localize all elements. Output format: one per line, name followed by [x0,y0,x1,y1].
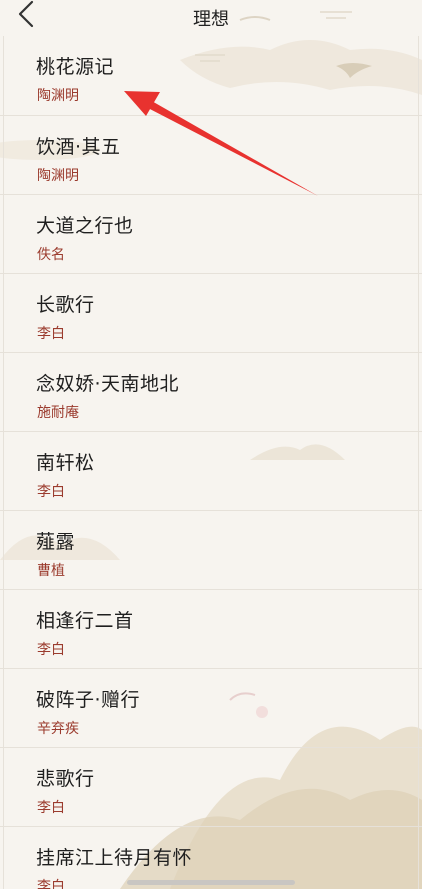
poem-author: 施耐庵 [37,405,79,421]
poem-title: 长歌行 [36,294,95,316]
poem-title: 挂席江上待月有怀 [36,847,193,869]
poem-title: 薤露 [36,531,76,553]
poem-author: 曹植 [37,563,65,579]
list-item[interactable]: 大道之行也 佚名 [0,194,422,273]
poem-author: 李白 [37,879,65,889]
poem-author: 李白 [37,642,65,658]
list-item[interactable]: 薤露 曹植 [0,510,422,589]
poem-title: 大道之行也 [36,215,134,237]
poem-title: 悲歌行 [36,768,95,790]
poem-author: 辛弃疾 [37,721,79,737]
poem-title: 破阵子·赠行 [36,689,141,711]
list-item[interactable]: 桃花源记 陶渊明 [0,36,422,115]
list-item[interactable]: 念奴娇·天南地北 施耐庵 [0,352,422,431]
home-indicator [127,880,295,885]
list-item[interactable]: 相逢行二首 李白 [0,589,422,668]
poem-author: 陶渊明 [37,168,79,184]
list-item[interactable]: 饮酒·其五 陶渊明 [0,115,422,194]
list-item[interactable]: 悲歌行 李白 [0,747,422,826]
list-item[interactable]: 长歌行 李白 [0,273,422,352]
poem-list-page: 理想 桃花源记 陶渊明 饮酒·其五 陶渊明 大道之行也 佚名 长歌行 李白 念奴… [0,0,422,889]
nav-header: 理想 [0,0,422,36]
poem-title: 桃花源记 [36,56,115,78]
poem-list: 桃花源记 陶渊明 饮酒·其五 陶渊明 大道之行也 佚名 长歌行 李白 念奴娇·天… [0,36,422,889]
poem-author: 李白 [37,800,65,816]
poem-title: 饮酒·其五 [36,136,121,158]
poem-author: 李白 [37,484,65,500]
poem-title: 念奴娇·天南地北 [36,373,180,395]
poem-title: 南轩松 [36,452,95,474]
list-item[interactable]: 南轩松 李白 [0,431,422,510]
poem-author: 陶渊明 [37,88,79,104]
poem-title: 相逢行二首 [36,610,134,632]
poem-author: 李白 [37,326,65,342]
poem-author: 佚名 [37,247,65,263]
page-title: 理想 [193,9,229,30]
list-item[interactable]: 破阵子·赠行 辛弃疾 [0,668,422,747]
